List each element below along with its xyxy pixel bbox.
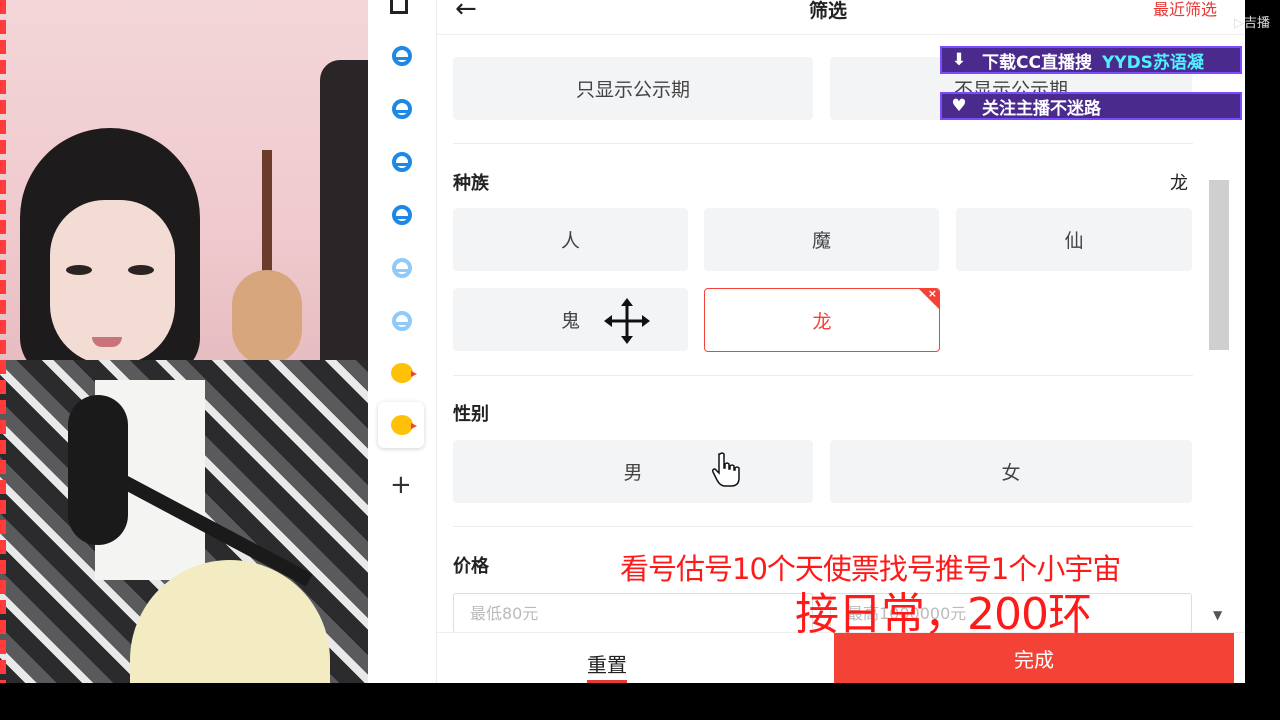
add-tab-icon[interactable]: + [390, 472, 412, 498]
bottom-letterbox [0, 683, 1280, 720]
chick-icon [391, 415, 417, 435]
reset-button[interactable]: 重置 [587, 649, 627, 683]
back-arrow-icon[interactable]: ← [455, 0, 477, 24]
race-option-immortal[interactable]: 仙 [956, 208, 1192, 271]
download-banner-text: 下载CC直播搜 [982, 52, 1092, 73]
divider [453, 143, 1193, 144]
stream-frame: + ← 筛选 最近筛选 只显示公示期 不显示公示期 种族 龙 人 魔 仙 鬼 龙… [0, 0, 1280, 683]
webcam-feed [0, 0, 368, 683]
webcam-border [0, 0, 6, 683]
scrollbar-thumb[interactable] [1209, 180, 1229, 350]
browser-icon [392, 152, 412, 172]
move-cursor-icon [604, 298, 650, 344]
show-only-publicity-option[interactable]: 只显示公示期 [453, 57, 813, 120]
race-option-dragon[interactable]: 龙 × [704, 288, 940, 352]
recent-filters-link[interactable]: 最近筛选 [1153, 0, 1217, 20]
browser-tab-5[interactable] [391, 257, 413, 279]
browser-icon [392, 205, 412, 225]
streamer-name: YYDS苏语凝 [1101, 52, 1204, 73]
scroll-down-icon[interactable]: ▼ [1213, 608, 1222, 622]
browser-tab-2[interactable] [391, 98, 413, 120]
download-banner: ⬇ 下载CC直播搜 YYDS苏语凝 [940, 46, 1242, 74]
panel-header: ← 筛选 最近筛选 [437, 0, 1245, 35]
follow-banner-text: 关注主播不迷路 [982, 98, 1101, 119]
panel-title: 筛选 [809, 0, 848, 22]
gender-option-male[interactable]: 男 [453, 440, 813, 503]
guitar-body [232, 270, 302, 365]
game-tab-1[interactable] [391, 362, 417, 384]
app-sidebar: + [368, 0, 437, 683]
gender-option-female[interactable]: 女 [830, 440, 1192, 503]
game-tab-2[interactable] [391, 414, 417, 436]
browser-tab-6[interactable] [391, 310, 413, 332]
browser-tab-4[interactable] [391, 204, 413, 226]
follow-banner: ♥ 关注主播不迷路 [940, 92, 1242, 120]
race-option-human[interactable]: 人 [453, 208, 688, 271]
race-option-demon[interactable]: 魔 [704, 208, 939, 271]
window-icon[interactable] [390, 0, 408, 14]
hand-cursor-icon [712, 452, 740, 487]
browser-icon [392, 258, 412, 278]
browser-icon [392, 311, 412, 331]
browser-icon [392, 46, 412, 66]
streamer-eye-right [128, 265, 154, 275]
race-label: 种族 [453, 173, 489, 194]
price-min-input[interactable]: 最低80元 [453, 593, 813, 633]
browser-tab-3[interactable] [391, 151, 413, 173]
race-selected-value: 龙 [1170, 173, 1188, 194]
corner-watermark: ▷吉播 [1234, 16, 1270, 31]
gender-label: 性别 [453, 404, 489, 425]
browser-icon [392, 99, 412, 119]
race-option-dragon-label: 龙 [812, 310, 832, 333]
streamer-eye-left [66, 265, 92, 275]
download-icon: ⬇ [951, 50, 967, 70]
divider [453, 526, 1193, 527]
divider [453, 375, 1193, 376]
price-label: 价格 [453, 556, 489, 577]
remove-icon[interactable]: × [928, 289, 937, 300]
chick-icon [391, 363, 417, 383]
browser-tab-1[interactable] [391, 45, 413, 67]
race-option-ghost[interactable]: 鬼 [453, 288, 688, 351]
microphone [68, 395, 128, 545]
heart-icon: ♥ [951, 96, 967, 116]
caption-daily: 接日常，200环 [795, 589, 1092, 640]
